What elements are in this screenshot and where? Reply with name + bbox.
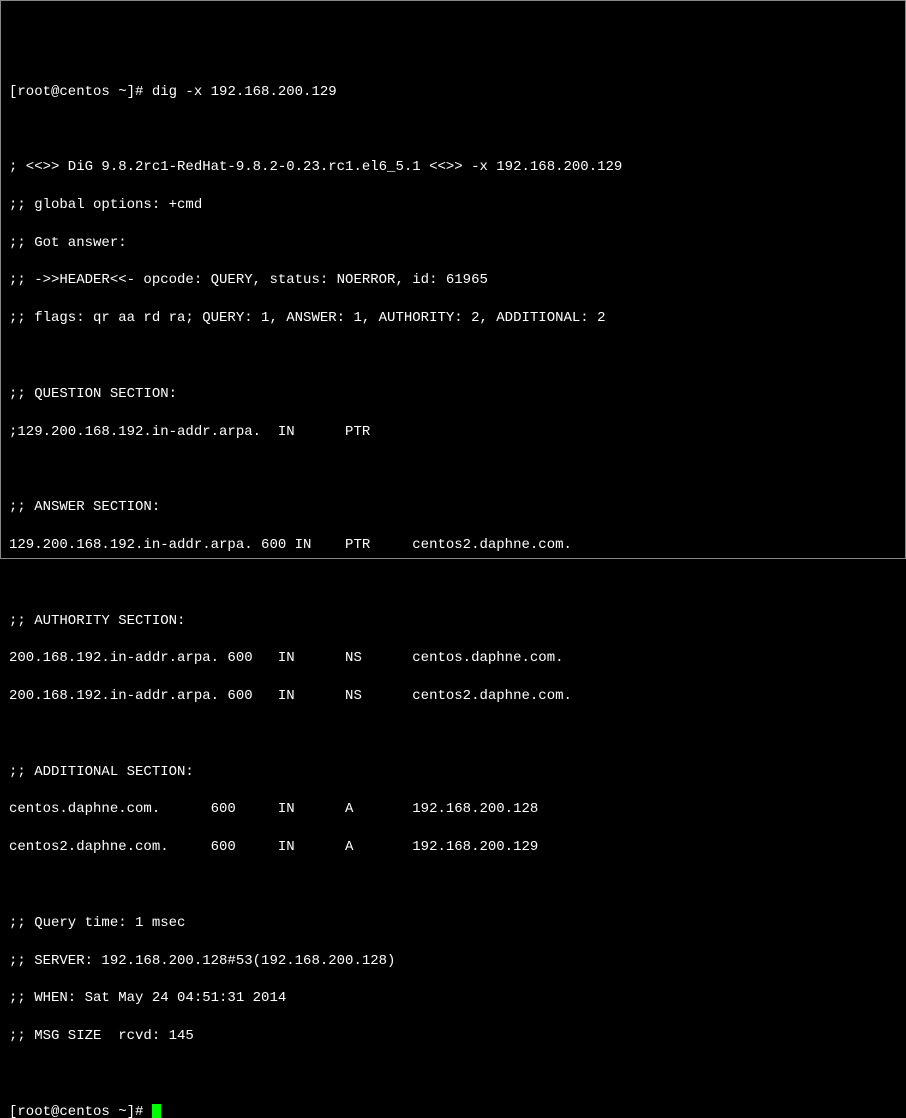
blank-line xyxy=(9,1065,897,1084)
additional-row: centos.daphne.com. 600 IN A 192.168.200.… xyxy=(9,800,897,819)
blank-line xyxy=(9,120,897,139)
msg-size: ;; MSG SIZE rcvd: 145 xyxy=(9,1027,897,1046)
dig-banner: ; <<>> DiG 9.8.2rc1-RedHat-9.8.2-0.23.rc… xyxy=(9,158,897,177)
terminal-window[interactable]: { "prompt1": { "user_host": "[root@cento… xyxy=(0,0,906,559)
command-text: dig -x 192.168.200.129 xyxy=(152,84,337,100)
question-section-header: ;; QUESTION SECTION: xyxy=(9,385,897,404)
server-line: ;; SERVER: 192.168.200.128#53(192.168.20… xyxy=(9,952,897,971)
answer-row: 129.200.168.192.in-addr.arpa. 600 IN PTR… xyxy=(9,536,897,555)
shell-prompt: [root@centos ~]# xyxy=(9,84,143,100)
prompt-line-1: [root@centos ~]# dig -x 192.168.200.129 xyxy=(9,83,897,102)
blank-line xyxy=(9,347,897,366)
header-line: ;; ->>HEADER<<- opcode: QUERY, status: N… xyxy=(9,271,897,290)
when-line: ;; WHEN: Sat May 24 04:51:31 2014 xyxy=(9,989,897,1008)
prompt-line-2[interactable]: [root@centos ~]# xyxy=(9,1103,897,1118)
additional-row: centos2.daphne.com. 600 IN A 192.168.200… xyxy=(9,838,897,857)
question-row: ;129.200.168.192.in-addr.arpa. IN PTR xyxy=(9,423,897,442)
blank-line xyxy=(9,574,897,593)
flags-line: ;; flags: qr aa rd ra; QUERY: 1, ANSWER:… xyxy=(9,309,897,328)
authority-section-header: ;; AUTHORITY SECTION: xyxy=(9,612,897,631)
answer-section-header: ;; ANSWER SECTION: xyxy=(9,498,897,517)
global-options: ;; global options: +cmd xyxy=(9,196,897,215)
additional-section-header: ;; ADDITIONAL SECTION: xyxy=(9,763,897,782)
got-answer: ;; Got answer: xyxy=(9,234,897,253)
blank-line xyxy=(9,460,897,479)
query-time: ;; Query time: 1 msec xyxy=(9,914,897,933)
blank-line xyxy=(9,876,897,895)
authority-row: 200.168.192.in-addr.arpa. 600 IN NS cent… xyxy=(9,687,897,706)
blank-line xyxy=(9,725,897,744)
shell-prompt: [root@centos ~]# xyxy=(9,1104,143,1118)
authority-row: 200.168.192.in-addr.arpa. 600 IN NS cent… xyxy=(9,649,897,668)
cursor-block xyxy=(152,1104,161,1118)
